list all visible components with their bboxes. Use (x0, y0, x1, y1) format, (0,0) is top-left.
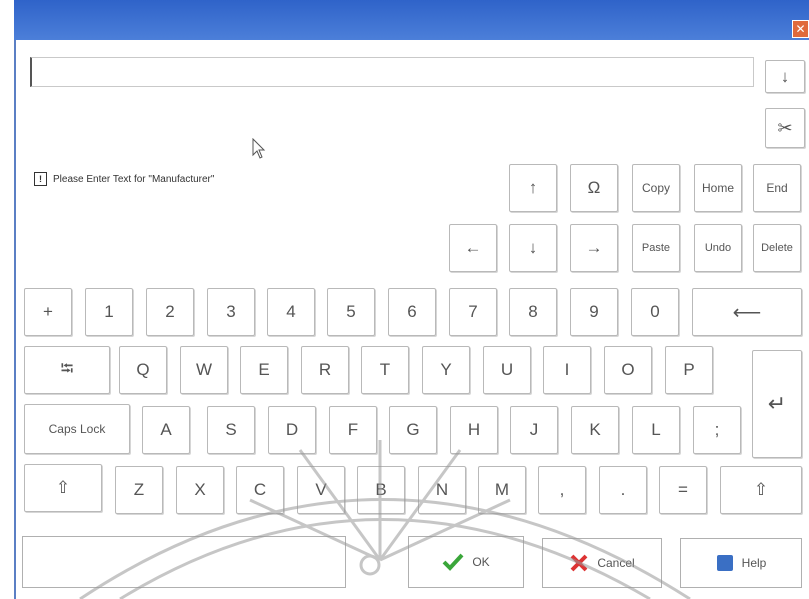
z-row-key-8[interactable]: . (599, 466, 647, 514)
number-key-7[interactable]: 7 (449, 288, 497, 336)
end-key[interactable]: End (753, 164, 801, 212)
left-arrow-key[interactable]: ← (449, 224, 497, 272)
q-row-key-7[interactable]: I (543, 346, 591, 394)
paste-key[interactable]: Paste (632, 224, 680, 272)
help-icon (716, 555, 733, 571)
number-key-4[interactable]: 4 (267, 288, 315, 336)
enter-key[interactable]: ↵ (752, 350, 802, 458)
number-key-10[interactable]: 0 (631, 288, 679, 336)
help-button[interactable]: Help (680, 538, 802, 588)
z-row-key-4[interactable]: B (357, 466, 405, 514)
ok-label: OK (472, 555, 490, 569)
a-row-key-5[interactable]: H (450, 406, 498, 454)
z-row-key-5[interactable]: N (418, 466, 466, 514)
home-key[interactable]: Home (694, 164, 742, 212)
z-row-key-9[interactable]: = (659, 466, 707, 514)
a-row-key-1[interactable]: S (207, 406, 255, 454)
backspace-key[interactable]: ⟵ (692, 288, 802, 336)
a-row-key-7[interactable]: K (571, 406, 619, 454)
q-row-key-0[interactable]: Q (119, 346, 167, 394)
cancel-button[interactable]: Cancel (542, 538, 662, 588)
number-key-3[interactable]: 3 (207, 288, 255, 336)
text-input-field[interactable] (30, 57, 754, 87)
undo-key[interactable]: Undo (694, 224, 742, 272)
omega-key[interactable]: Ω (570, 164, 618, 212)
number-key-9[interactable]: 9 (570, 288, 618, 336)
check-icon (442, 553, 464, 571)
a-row-key-2[interactable]: D (268, 406, 316, 454)
z-row-key-1[interactable]: X (176, 466, 224, 514)
space-bar[interactable] (22, 536, 346, 588)
info-icon: ! (34, 172, 47, 186)
a-row-key-0[interactable]: A (142, 406, 190, 454)
title-bar (14, 0, 809, 40)
number-key-2[interactable]: 2 (146, 288, 194, 336)
a-row-key-9[interactable]: ; (693, 406, 741, 454)
q-row-key-6[interactable]: U (483, 346, 531, 394)
a-row-key-3[interactable]: F (329, 406, 377, 454)
mouse-cursor-icon (252, 138, 266, 159)
down-arrow-key[interactable]: ↓ (509, 224, 557, 272)
number-key-5[interactable]: 5 (327, 288, 375, 336)
up-arrow-key[interactable]: ↑ (509, 164, 557, 212)
q-row-key-3[interactable]: R (301, 346, 349, 394)
dropdown-arrow-button[interactable]: ↓ (765, 60, 805, 93)
z-row-key-7[interactable]: , (538, 466, 586, 514)
z-row-key-6[interactable]: M (478, 466, 526, 514)
q-row-key-5[interactable]: Y (422, 346, 470, 394)
tab-key[interactable]: ⭾ (24, 346, 110, 394)
ok-button[interactable]: OK (408, 536, 524, 588)
shift-left-key[interactable]: ⇧ (24, 464, 102, 512)
a-row-key-4[interactable]: G (389, 406, 437, 454)
caps-lock-key[interactable]: Caps Lock (24, 404, 130, 454)
right-arrow-key[interactable]: → (570, 224, 618, 272)
cancel-x-icon (570, 554, 588, 572)
close-button[interactable]: ✕ (792, 20, 809, 38)
delete-key[interactable]: Delete (753, 224, 801, 272)
copy-key[interactable]: Copy (632, 164, 680, 212)
number-key-8[interactable]: 8 (509, 288, 557, 336)
prompt-text: Please Enter Text for "Manufacturer" (53, 173, 215, 185)
a-row-key-6[interactable]: J (510, 406, 558, 454)
q-row-key-2[interactable]: E (240, 346, 288, 394)
help-label: Help (741, 556, 767, 570)
number-key-1[interactable]: 1 (85, 288, 133, 336)
cancel-label: Cancel (597, 556, 635, 570)
q-row-key-4[interactable]: T (361, 346, 409, 394)
q-row-key-9[interactable]: P (665, 346, 713, 394)
number-key-0[interactable]: + (24, 288, 72, 336)
z-row-key-2[interactable]: C (236, 466, 284, 514)
number-key-6[interactable]: 6 (388, 288, 436, 336)
q-row-key-1[interactable]: W (180, 346, 228, 394)
a-row-key-8[interactable]: L (632, 406, 680, 454)
z-row-key-0[interactable]: Z (115, 466, 163, 514)
shift-right-key[interactable]: ⇧ (720, 466, 802, 514)
prompt-message: ! Please Enter Text for "Manufacturer" (34, 172, 214, 186)
window-frame (14, 40, 16, 599)
q-row-key-8[interactable]: O (604, 346, 652, 394)
settings-icon[interactable]: ✂ (765, 108, 805, 148)
z-row-key-3[interactable]: V (297, 466, 345, 514)
